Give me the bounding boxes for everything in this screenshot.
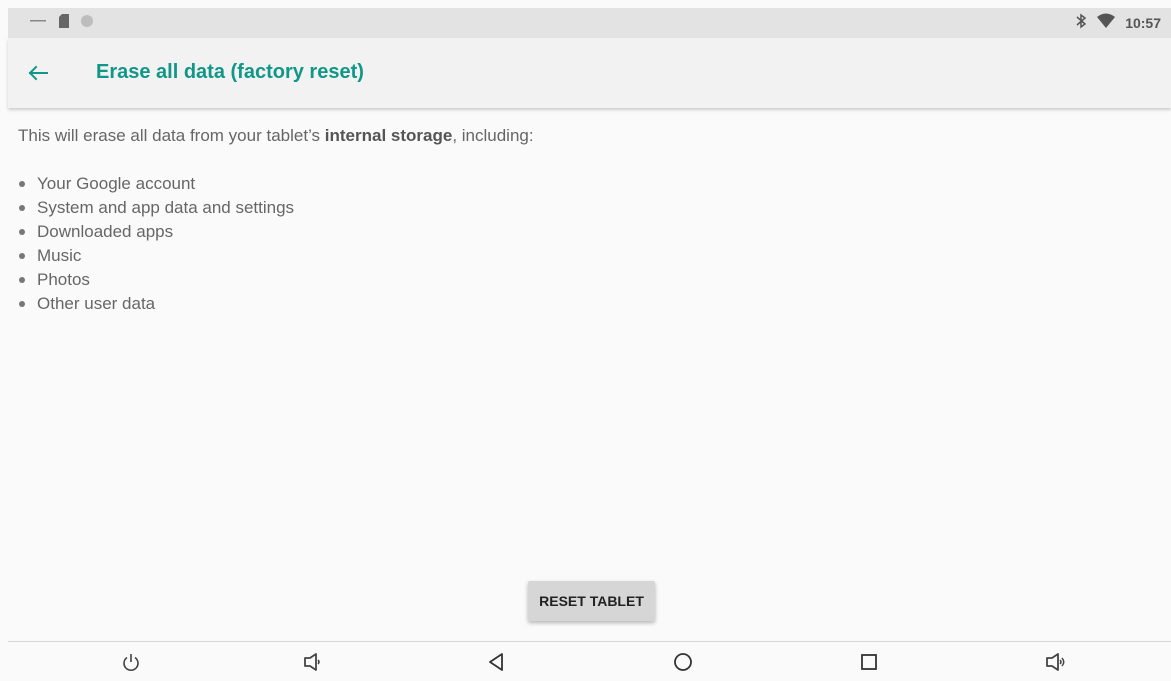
list-item: Photos [18,268,1171,292]
page-title: Erase all data (factory reset) [96,61,364,83]
recents-button[interactable] [858,651,880,673]
bluetooth-icon [1075,13,1087,34]
main-content: This will erase all data from your table… [18,125,1171,316]
dash-icon [30,12,48,35]
status-bar: 10:57 [8,8,1171,38]
circle-notification-icon [80,14,94,33]
back-icon [486,651,508,673]
list-item: System and app data and settings [18,196,1171,220]
list-item: Music [18,244,1171,268]
clock: 10:57 [1125,15,1161,31]
navigation-bar [8,642,1171,681]
home-icon [672,651,694,673]
list-item: Downloaded apps [18,220,1171,244]
status-bar-system: 10:57 [1075,8,1161,38]
volume-up-icon [1045,651,1067,673]
volume-down-icon [302,651,324,673]
volume-down-button[interactable] [302,651,324,673]
sd-card-icon [58,13,70,34]
back-button[interactable] [24,59,52,87]
intro-text-start: This will erase all data from your table… [18,126,325,145]
erased-data-list: Your Google account System and app data … [18,172,1171,316]
intro-text-bold: internal storage [324,126,453,145]
power-icon [120,651,142,673]
list-item: Your Google account [18,172,1171,196]
power-button[interactable] [120,651,142,673]
reset-tablet-button[interactable]: RESET TABLET [528,581,655,621]
intro-text: This will erase all data from your table… [18,125,1171,147]
status-bar-notifications [30,12,94,35]
nav-back-button[interactable] [486,651,508,673]
home-button[interactable] [672,651,694,673]
arrow-left-icon [24,65,52,91]
recents-icon [858,651,880,673]
intro-text-end: , including: [452,126,534,145]
app-bar: Erase all data (factory reset) [8,38,1171,108]
volume-up-button[interactable] [1045,651,1067,673]
wifi-icon [1097,13,1116,34]
list-item: Other user data [18,292,1171,316]
